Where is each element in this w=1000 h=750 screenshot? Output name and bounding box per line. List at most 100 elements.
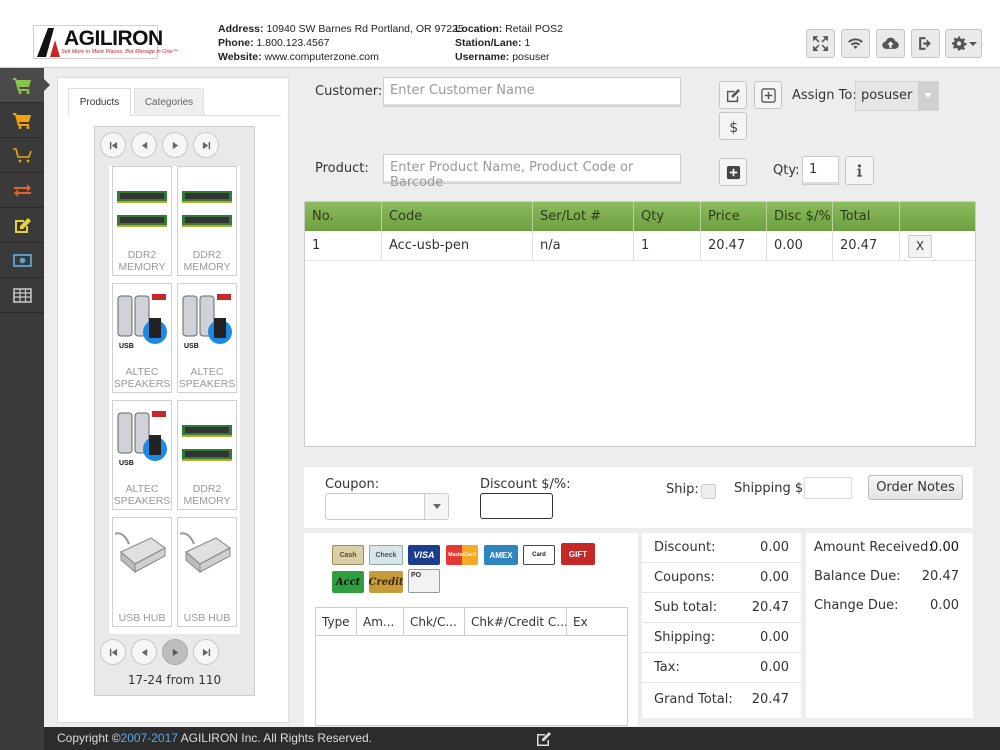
product-tile[interactable]: DDR2 MEMORY xyxy=(177,400,237,510)
cloud-upload-icon xyxy=(882,37,899,49)
station-value: 1 xyxy=(524,37,531,49)
product-tile[interactable]: USB ALTEC SPEAKERS xyxy=(112,400,172,510)
check-payment-icon[interactable]: Check xyxy=(369,545,403,565)
cloud-upload-button[interactable] xyxy=(876,29,905,58)
table-header: No. Code Ser/Lot # Qty Price Disc $/% To… xyxy=(305,202,975,231)
product-tile[interactable]: USB ALTEC SPEAKERS xyxy=(177,283,237,393)
logout-button[interactable] xyxy=(911,29,940,58)
order-notes-button[interactable]: Order Notes xyxy=(868,475,963,500)
gift-payment-icon[interactable]: GIFT xyxy=(561,543,595,565)
account-payment-icon[interactable]: Acct xyxy=(332,571,364,593)
nav-empty-cart[interactable] xyxy=(0,138,44,173)
remove-item-button[interactable]: X xyxy=(908,235,932,258)
tab-categories[interactable]: Categories xyxy=(134,88,204,116)
product-name: USB HUB xyxy=(183,612,231,624)
product-tile[interactable]: USB HUB xyxy=(177,517,237,627)
company-logo[interactable]: AGILIRON Sell More in More Places. But M… xyxy=(33,25,178,59)
shipping-input[interactable] xyxy=(804,477,852,499)
copyright-suffix: AGILIRON Inc. All Rights Reserved. xyxy=(177,731,373,745)
table-row[interactable]: 1 Acc-usb-pen n/a 1 20.47 0.00 20.47 X xyxy=(305,231,975,261)
prev-page-icon xyxy=(141,648,147,656)
purchase-order-payment-icon[interactable]: PO xyxy=(408,569,440,593)
column-header: Am... xyxy=(357,608,404,636)
prev-page-button[interactable] xyxy=(131,132,157,158)
last-page-button[interactable] xyxy=(193,132,219,158)
ram-module-icon xyxy=(117,191,167,227)
total-label: Discount: xyxy=(654,540,716,555)
last-page-button[interactable] xyxy=(193,639,219,665)
next-page-icon xyxy=(172,648,178,656)
add-product-button[interactable] xyxy=(719,158,747,186)
product-name: ALTEC SPEAKERS xyxy=(178,366,236,390)
website-label: Website: xyxy=(218,51,262,63)
svg-text:USB: USB xyxy=(119,343,134,350)
settings-menu-button[interactable] xyxy=(945,29,982,58)
column-header: Chk/C... xyxy=(404,608,465,636)
nav-transfers[interactable] xyxy=(0,173,44,208)
table-icon xyxy=(12,287,32,303)
nav-orders[interactable] xyxy=(0,103,44,138)
fullscreen-button[interactable] xyxy=(806,29,835,58)
next-page-button[interactable] xyxy=(162,132,188,158)
cash-icon xyxy=(12,253,32,267)
edit-icon[interactable] xyxy=(536,731,552,747)
qty-input[interactable]: 1 xyxy=(802,156,839,185)
prev-page-button[interactable] xyxy=(131,639,157,665)
total-row: Coupons: 0.00 xyxy=(642,563,801,593)
nav-reports[interactable] xyxy=(0,278,44,313)
store-info: Address: 10940 SW Barnes Rd Portland, OR… xyxy=(218,22,464,64)
assign-to-select[interactable]: posuser xyxy=(855,81,939,111)
product-tile[interactable]: DDR2 MEMORY xyxy=(112,166,172,276)
coupon-select[interactable] xyxy=(325,493,449,520)
ship-checkbox[interactable] xyxy=(701,484,716,499)
discount-input[interactable] xyxy=(480,493,553,519)
customer-pricing-button[interactable]: $ xyxy=(719,112,747,140)
edit-customer-button[interactable] xyxy=(719,81,747,109)
product-search-input[interactable]: Enter Product Name, Product Code or Barc… xyxy=(383,154,681,190)
product-name: ALTEC SPEAKERS xyxy=(113,483,171,507)
cell-discount[interactable]: 0.00 xyxy=(767,231,833,261)
card-payment-icon[interactable]: Card xyxy=(523,545,555,565)
product-tile[interactable]: USB HUB xyxy=(112,517,172,627)
amount-row: Balance Due: 20.47 xyxy=(806,562,973,591)
amex-payment-icon[interactable]: AMEX xyxy=(484,545,518,565)
discount-label: Discount $/%: xyxy=(480,477,571,492)
nav-sales-cart[interactable] xyxy=(0,68,50,103)
product-tile[interactable]: USB ALTEC SPEAKERS xyxy=(112,283,172,393)
cell-price[interactable]: 20.47 xyxy=(701,231,767,261)
credit-payment-icon[interactable]: Credit xyxy=(369,571,404,593)
nav-cash[interactable] xyxy=(0,243,44,278)
column-header: Code xyxy=(382,202,533,231)
station-info: Location: Retail POS2 Station/Lane: 1 Us… xyxy=(455,22,563,64)
first-page-button[interactable] xyxy=(100,639,126,665)
edit-icon xyxy=(14,217,31,233)
add-customer-button[interactable] xyxy=(754,81,782,109)
product-tabs: Products Categories xyxy=(68,88,281,116)
next-page-button[interactable] xyxy=(162,639,188,665)
product-info-button[interactable] xyxy=(845,156,874,185)
total-value: 0.00 xyxy=(760,660,789,675)
visa-payment-icon[interactable]: VISA xyxy=(408,545,440,565)
mastercard-payment-icon[interactable]: MasterCard xyxy=(446,545,478,565)
cell-serlot[interactable]: n/a xyxy=(533,231,634,261)
product-tiles: DDR2 MEMORY DDR2 MEMORY USB ALTEC SPEAKE… xyxy=(109,166,240,634)
copyright-years[interactable]: 2007-2017 xyxy=(121,731,178,745)
column-header: Qty xyxy=(634,202,701,231)
location-value: Retail POS2 xyxy=(505,23,563,35)
cart-icon xyxy=(12,112,31,129)
nav-edit[interactable] xyxy=(0,208,44,243)
product-label: Product: xyxy=(315,161,369,176)
product-tile[interactable]: DDR2 MEMORY xyxy=(177,166,237,276)
cash-payment-icon[interactable]: Cash xyxy=(332,545,364,565)
next-page-icon xyxy=(172,141,178,149)
customer-input[interactable]: Enter Customer Name xyxy=(383,77,681,107)
wifi-button[interactable] xyxy=(841,29,870,58)
tab-products[interactable]: Products xyxy=(68,88,131,116)
ram-module-icon xyxy=(182,425,232,461)
cell-qty[interactable]: 1 xyxy=(634,231,701,261)
amount-label: Amount Received: xyxy=(814,540,933,555)
username-value: posuser xyxy=(512,51,550,63)
speaker-icon: USB xyxy=(182,294,232,350)
total-label: Sub total: xyxy=(654,600,717,615)
first-page-button[interactable] xyxy=(100,132,126,158)
